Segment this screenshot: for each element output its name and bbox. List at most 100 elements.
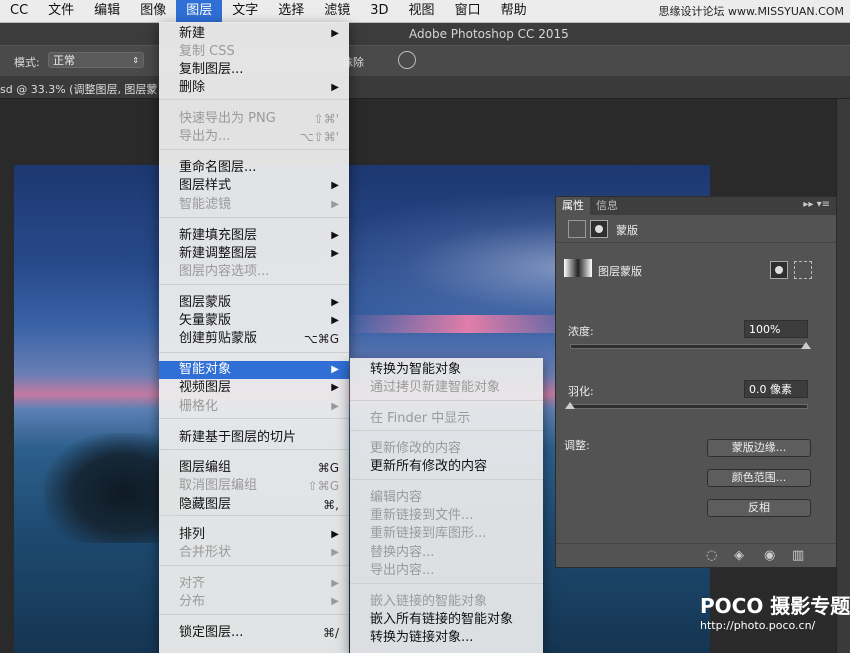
menu-bar: CC 文件 编辑 图像 图层 文字 选择 滤镜 3D 视图 窗口 帮助 思缘设计…: [0, 0, 850, 23]
menu-item-label: 快速导出为 PNG: [179, 111, 276, 126]
layer-menu-item[interactable]: 新建填充图层 ▶: [159, 227, 349, 245]
menu-item-label: 智能滤镜: [179, 197, 232, 212]
vector-mask-icon[interactable]: [794, 261, 812, 279]
mask-title: 蒙版: [616, 224, 638, 237]
layer-menu-item[interactable]: 新建 ▶: [159, 25, 349, 43]
menu-item-label: 导出为...: [179, 129, 231, 144]
menu-item-label: 合并形状: [179, 545, 232, 560]
invert-button[interactable]: 反相: [707, 499, 811, 517]
menu-edit[interactable]: 编辑: [84, 0, 130, 22]
layer-menu-item: 图层内容选项...: [159, 263, 349, 281]
pixel-mask-icon[interactable]: [770, 261, 788, 279]
submenu-arrow-icon: ▶: [331, 401, 339, 412]
smart-object-submenu: 转换为智能对象 通过拷贝新建智能对象在 Finder 中显示 更新修改的内容 更新所有…: [350, 358, 543, 653]
submenu-arrow-icon: ▶: [331, 199, 339, 210]
menu-item-label: 编辑内容: [370, 490, 423, 505]
menu-item-shortcut: ⌘G: [317, 461, 339, 475]
trash-icon[interactable]: ▥: [792, 548, 804, 563]
tab-properties[interactable]: 属性: [556, 197, 590, 215]
menu-select[interactable]: 选择: [268, 0, 314, 22]
visibility-eye-icon[interactable]: ◉: [764, 548, 775, 563]
submenu-arrow-icon: ▶: [331, 82, 339, 93]
watermark-brand: POCO 摄影专题: [700, 594, 850, 618]
layer-menu-item: 合并形状 ▶: [159, 544, 349, 562]
layer-menu-item[interactable]: 创建剪贴蒙版 ⌥⌘G: [159, 330, 349, 348]
layer-menu-item[interactable]: 重命名图层...: [159, 159, 349, 177]
color-range-button[interactable]: 颜色范围...: [707, 469, 811, 487]
menu-view[interactable]: 视图: [399, 0, 445, 22]
menu-file[interactable]: 文件: [38, 0, 84, 22]
density-slider-knob[interactable]: [801, 342, 811, 349]
adjustment-icon[interactable]: [568, 220, 586, 238]
menu-filter[interactable]: 滤镜: [314, 0, 360, 22]
layer-menu-item[interactable]: 复制图层...: [159, 61, 349, 79]
pressure-icon[interactable]: [398, 51, 416, 69]
layer-menu-item[interactable]: 新建调整图层 ▶: [159, 245, 349, 263]
panel-tabs: 属性 信息 ▸▸ ▾≡: [556, 197, 836, 215]
layer-menu-item[interactable]: 图层样式 ▶: [159, 177, 349, 195]
layer-menu-item[interactable]: 删除 ▶: [159, 79, 349, 97]
menu-3d[interactable]: 3D: [360, 0, 398, 22]
layer-menu-item: 取消图层编组 ⇧⌘G: [159, 477, 349, 495]
smart-object-menu-item[interactable]: 转换为智能对象: [350, 361, 543, 379]
menu-item-label: 转换为链接对象...: [370, 630, 474, 645]
menu-item-shortcut: ⇧⌘G: [307, 479, 339, 493]
menu-layer[interactable]: 图层: [176, 0, 223, 22]
layer-menu-item[interactable]: 智能对象 ▶: [159, 361, 349, 379]
menu-item-label: 更新所有修改的内容: [370, 459, 488, 474]
density-field[interactable]: 100%: [744, 320, 808, 338]
tab-info[interactable]: 信息: [590, 197, 624, 215]
menu-window[interactable]: 窗口: [445, 0, 491, 22]
submenu-arrow-icon: ▶: [331, 230, 339, 241]
menu-item-label: 取消图层编组: [179, 478, 258, 493]
menu-item-label: 新建调整图层: [179, 246, 258, 261]
mask-edge-button[interactable]: 蒙版边缘...: [707, 439, 811, 457]
density-slider[interactable]: [570, 344, 808, 349]
layer-mask-label: 图层蒙版: [598, 265, 642, 278]
menu-item-label: 在 Finder 中显示: [370, 411, 471, 426]
smart-object-menu-item[interactable]: 嵌入所有链接的智能对象: [350, 611, 543, 629]
panel-menu-icon[interactable]: ▸▸ ▾≡: [803, 199, 830, 210]
layer-menu-item[interactable]: 图层编组 ⌘G: [159, 459, 349, 477]
feather-slider-knob[interactable]: [565, 402, 575, 409]
menu-image[interactable]: 图像: [130, 0, 176, 22]
feather-slider[interactable]: [570, 404, 808, 409]
layer-menu-item[interactable]: 矢量蒙版 ▶: [159, 312, 349, 330]
menu-help[interactable]: 帮助: [491, 0, 537, 22]
menu-cc[interactable]: CC: [0, 0, 38, 22]
layer-menu-item: 智能滤镜 ▶: [159, 196, 349, 214]
layer-menu-item[interactable]: 视频图层 ▶: [159, 379, 349, 397]
apply-mask-icon[interactable]: ◈: [734, 548, 744, 563]
layer-menu-item[interactable]: 排列 ▶: [159, 526, 349, 544]
menu-item-label: 新建: [179, 26, 206, 41]
menu-separator: [159, 418, 349, 419]
smart-object-menu-item[interactable]: 转换为链接对象...: [350, 629, 543, 647]
menu-separator: [350, 400, 543, 401]
layer-menu-item: 复制 CSS: [159, 43, 349, 61]
menu-item-shortcut: ⌘/: [322, 626, 339, 640]
menu-item-label: 嵌入所有链接的智能对象: [370, 612, 514, 627]
layer-menu-item[interactable]: 隐藏图层 ⌘,: [159, 496, 349, 514]
mode-label: 模式:: [14, 56, 40, 69]
layer-menu-item: 栅格化 ▶: [159, 398, 349, 416]
menu-item-label: 嵌入链接的智能对象: [370, 594, 488, 609]
layer-menu: 新建 ▶ 复制 CSS 复制图层... 删除 ▶ 快速导出为 PNG ⇧⌘' 导出为... ⌥⇧⌘…: [159, 22, 349, 653]
mode-select[interactable]: 正常 ⇕: [48, 52, 144, 68]
mask-icon[interactable]: [590, 220, 608, 238]
submenu-arrow-icon: ▶: [331, 382, 339, 393]
menu-type[interactable]: 文字: [222, 0, 268, 22]
menu-item-label: 隐藏图层: [179, 497, 232, 512]
layer-menu-item[interactable]: 新建基于图层的切片: [159, 429, 349, 447]
load-selection-icon[interactable]: ◌: [706, 548, 717, 563]
watermark-top: 思缘设计论坛 www.MISSYUAN.COM: [658, 5, 844, 18]
layer-mask-thumbnail[interactable]: [564, 259, 592, 277]
smart-object-menu-item[interactable]: 更新所有修改的内容: [350, 458, 543, 476]
document-tab[interactable]: sd @ 33.3% (调整图层, 图层蒙: [0, 81, 157, 97]
menu-item-label: 导出内容...: [370, 563, 435, 578]
smart-object-menu-item: 替换内容...: [350, 544, 543, 562]
layer-menu-item[interactable]: 图层蒙版 ▶: [159, 294, 349, 312]
feather-field[interactable]: 0.0 像素: [744, 380, 808, 398]
layer-menu-item[interactable]: 锁定图层... ⌘/: [159, 624, 349, 642]
menu-item-shortcut: ⌥⌘G: [303, 332, 339, 346]
menu-separator: [159, 352, 349, 353]
